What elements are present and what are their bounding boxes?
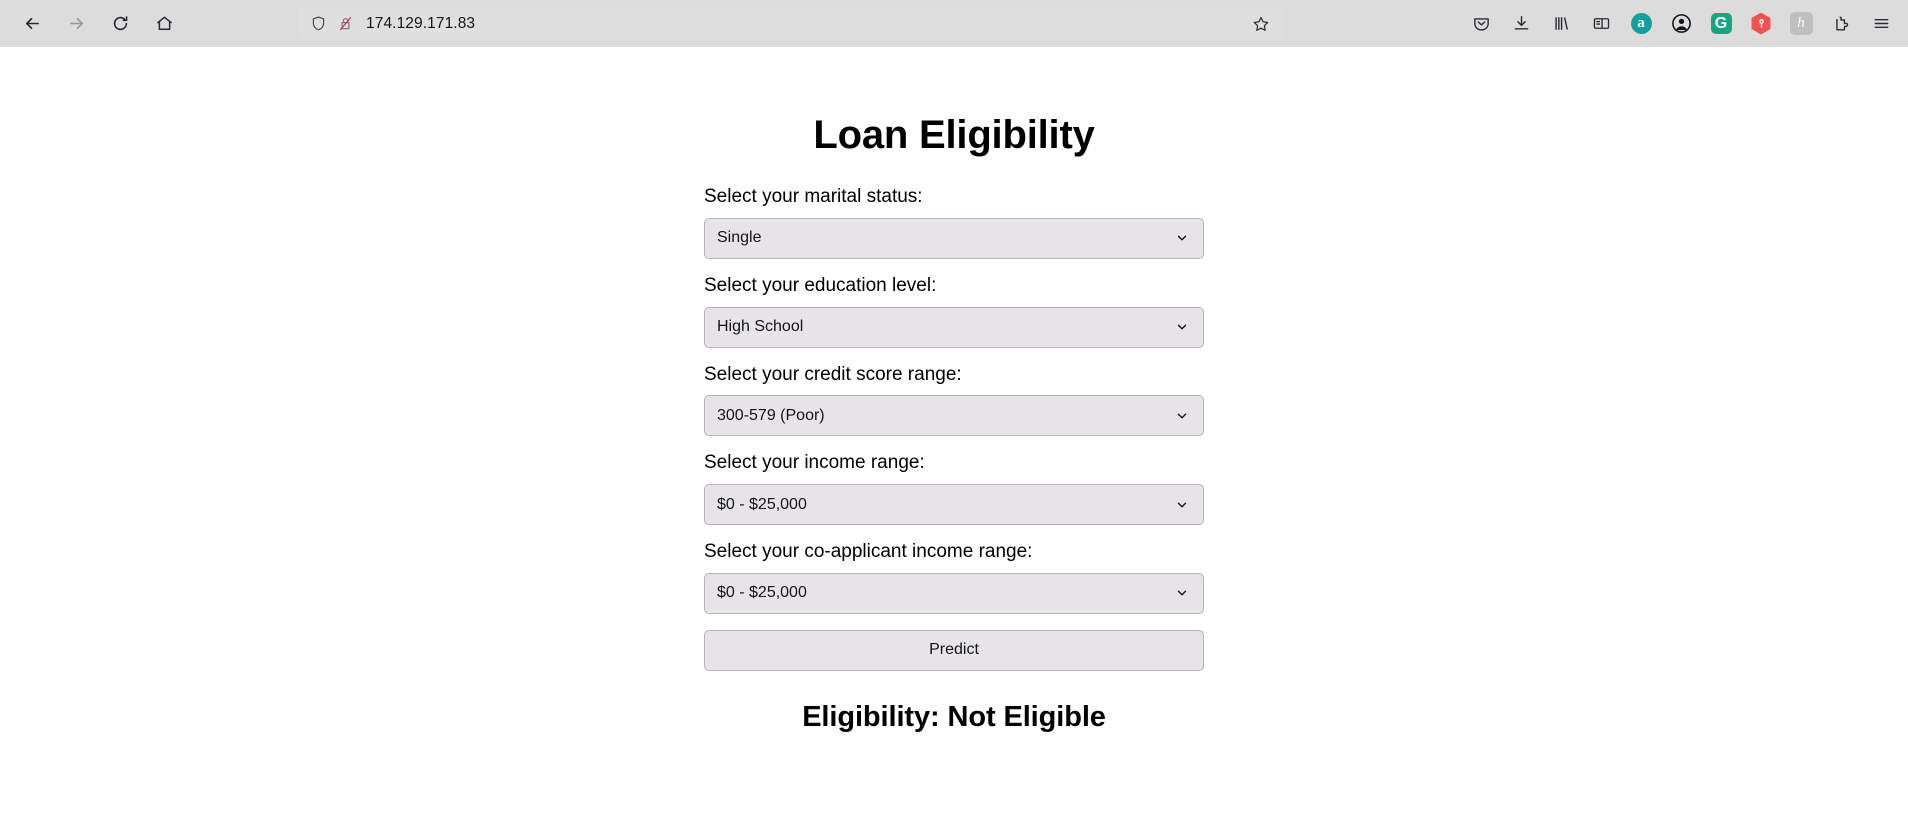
credit-score-select[interactable]: 300-579 (Poor): [704, 395, 1204, 437]
account-extension-icon[interactable]: [1662, 6, 1700, 42]
income-range-select[interactable]: $0 - $25,000: [704, 484, 1204, 526]
reload-button[interactable]: [98, 6, 142, 42]
browser-toolbar: 174.129.171.83 a G h: [0, 0, 1908, 47]
field-group-coapplicant-income-range: Select your co-applicant income range: $…: [704, 541, 1204, 614]
chevron-down-icon: [1177, 324, 1187, 330]
address-bar-container: 174.129.171.83: [298, 7, 1284, 40]
education-level-select[interactable]: High School: [704, 306, 1204, 348]
downloads-icon[interactable]: [1502, 6, 1540, 42]
home-button[interactable]: [142, 6, 186, 42]
page-content: Loan Eligibility Select your marital sta…: [0, 47, 1908, 822]
chevron-down-icon: [1177, 502, 1187, 508]
chevron-down-icon: [1177, 413, 1187, 419]
library-icon[interactable]: [1542, 6, 1580, 42]
star-icon[interactable]: [1246, 9, 1276, 39]
coapplicant-income-range-value: $0 - $25,000: [717, 584, 807, 602]
chevron-down-icon: [1177, 591, 1187, 596]
field-group-marital-status: Select your marital status: Single: [704, 186, 1204, 259]
loan-eligibility-form: Select your marital status: Single Selec…: [704, 186, 1204, 671]
credit-score-value: 300-579 (Poor): [717, 406, 825, 424]
app-menu-icon[interactable]: [1862, 6, 1900, 42]
adblock-badge: a: [1630, 13, 1652, 34]
url-text[interactable]: 174.129.171.83: [366, 15, 1246, 33]
extensions-puzzle-icon[interactable]: [1822, 6, 1860, 42]
field-group-credit-score: Select your credit score range: 300-579 …: [704, 364, 1204, 437]
coapplicant-income-range-label: Select your co-applicant income range:: [704, 541, 1033, 563]
predict-button[interactable]: Predict: [704, 629, 1204, 671]
adblock-extension-icon[interactable]: a: [1622, 6, 1660, 42]
education-level-label: Select your education level:: [704, 274, 937, 296]
income-range-value: $0 - $25,000: [717, 495, 807, 513]
credit-score-label: Select your credit score range:: [704, 363, 962, 385]
navigation-buttons: [10, 6, 186, 42]
honey-extension-icon[interactable]: h: [1782, 6, 1820, 42]
marital-status-value: Single: [717, 229, 762, 247]
address-bar[interactable]: 174.129.171.83: [298, 7, 1284, 40]
field-group-education-level: Select your education level: High School: [704, 275, 1204, 348]
shield-icon[interactable]: [310, 15, 327, 32]
honey-badge: h: [1789, 12, 1813, 35]
field-group-income-range: Select your income range: $0 - $25,000: [704, 452, 1204, 526]
marital-status-select[interactable]: Single: [704, 217, 1204, 259]
chevron-down-icon: [1177, 235, 1187, 241]
lock-crossed-insecure-icon[interactable]: [337, 15, 354, 32]
password-manager-extension-icon[interactable]: [1742, 6, 1780, 42]
grammarly-badge: G: [1710, 13, 1732, 34]
marital-status-label: Select your marital status:: [704, 186, 923, 207]
back-button[interactable]: [10, 6, 54, 42]
coapplicant-income-range-select[interactable]: $0 - $25,000: [704, 572, 1204, 614]
forward-button[interactable]: [54, 6, 98, 42]
page-title: Loan Eligibility: [813, 113, 1095, 157]
grammarly-extension-icon[interactable]: G: [1702, 6, 1740, 42]
income-range-label: Select your income range:: [704, 452, 925, 474]
pocket-icon[interactable]: [1462, 6, 1500, 42]
eligibility-result: Eligibility: Not Eligible: [802, 700, 1106, 733]
education-level-value: High School: [717, 318, 804, 336]
toolbar-icon-group: a G h: [1462, 6, 1900, 42]
sidebar-icon[interactable]: [1582, 6, 1620, 42]
password-hex-badge: [1751, 12, 1771, 35]
